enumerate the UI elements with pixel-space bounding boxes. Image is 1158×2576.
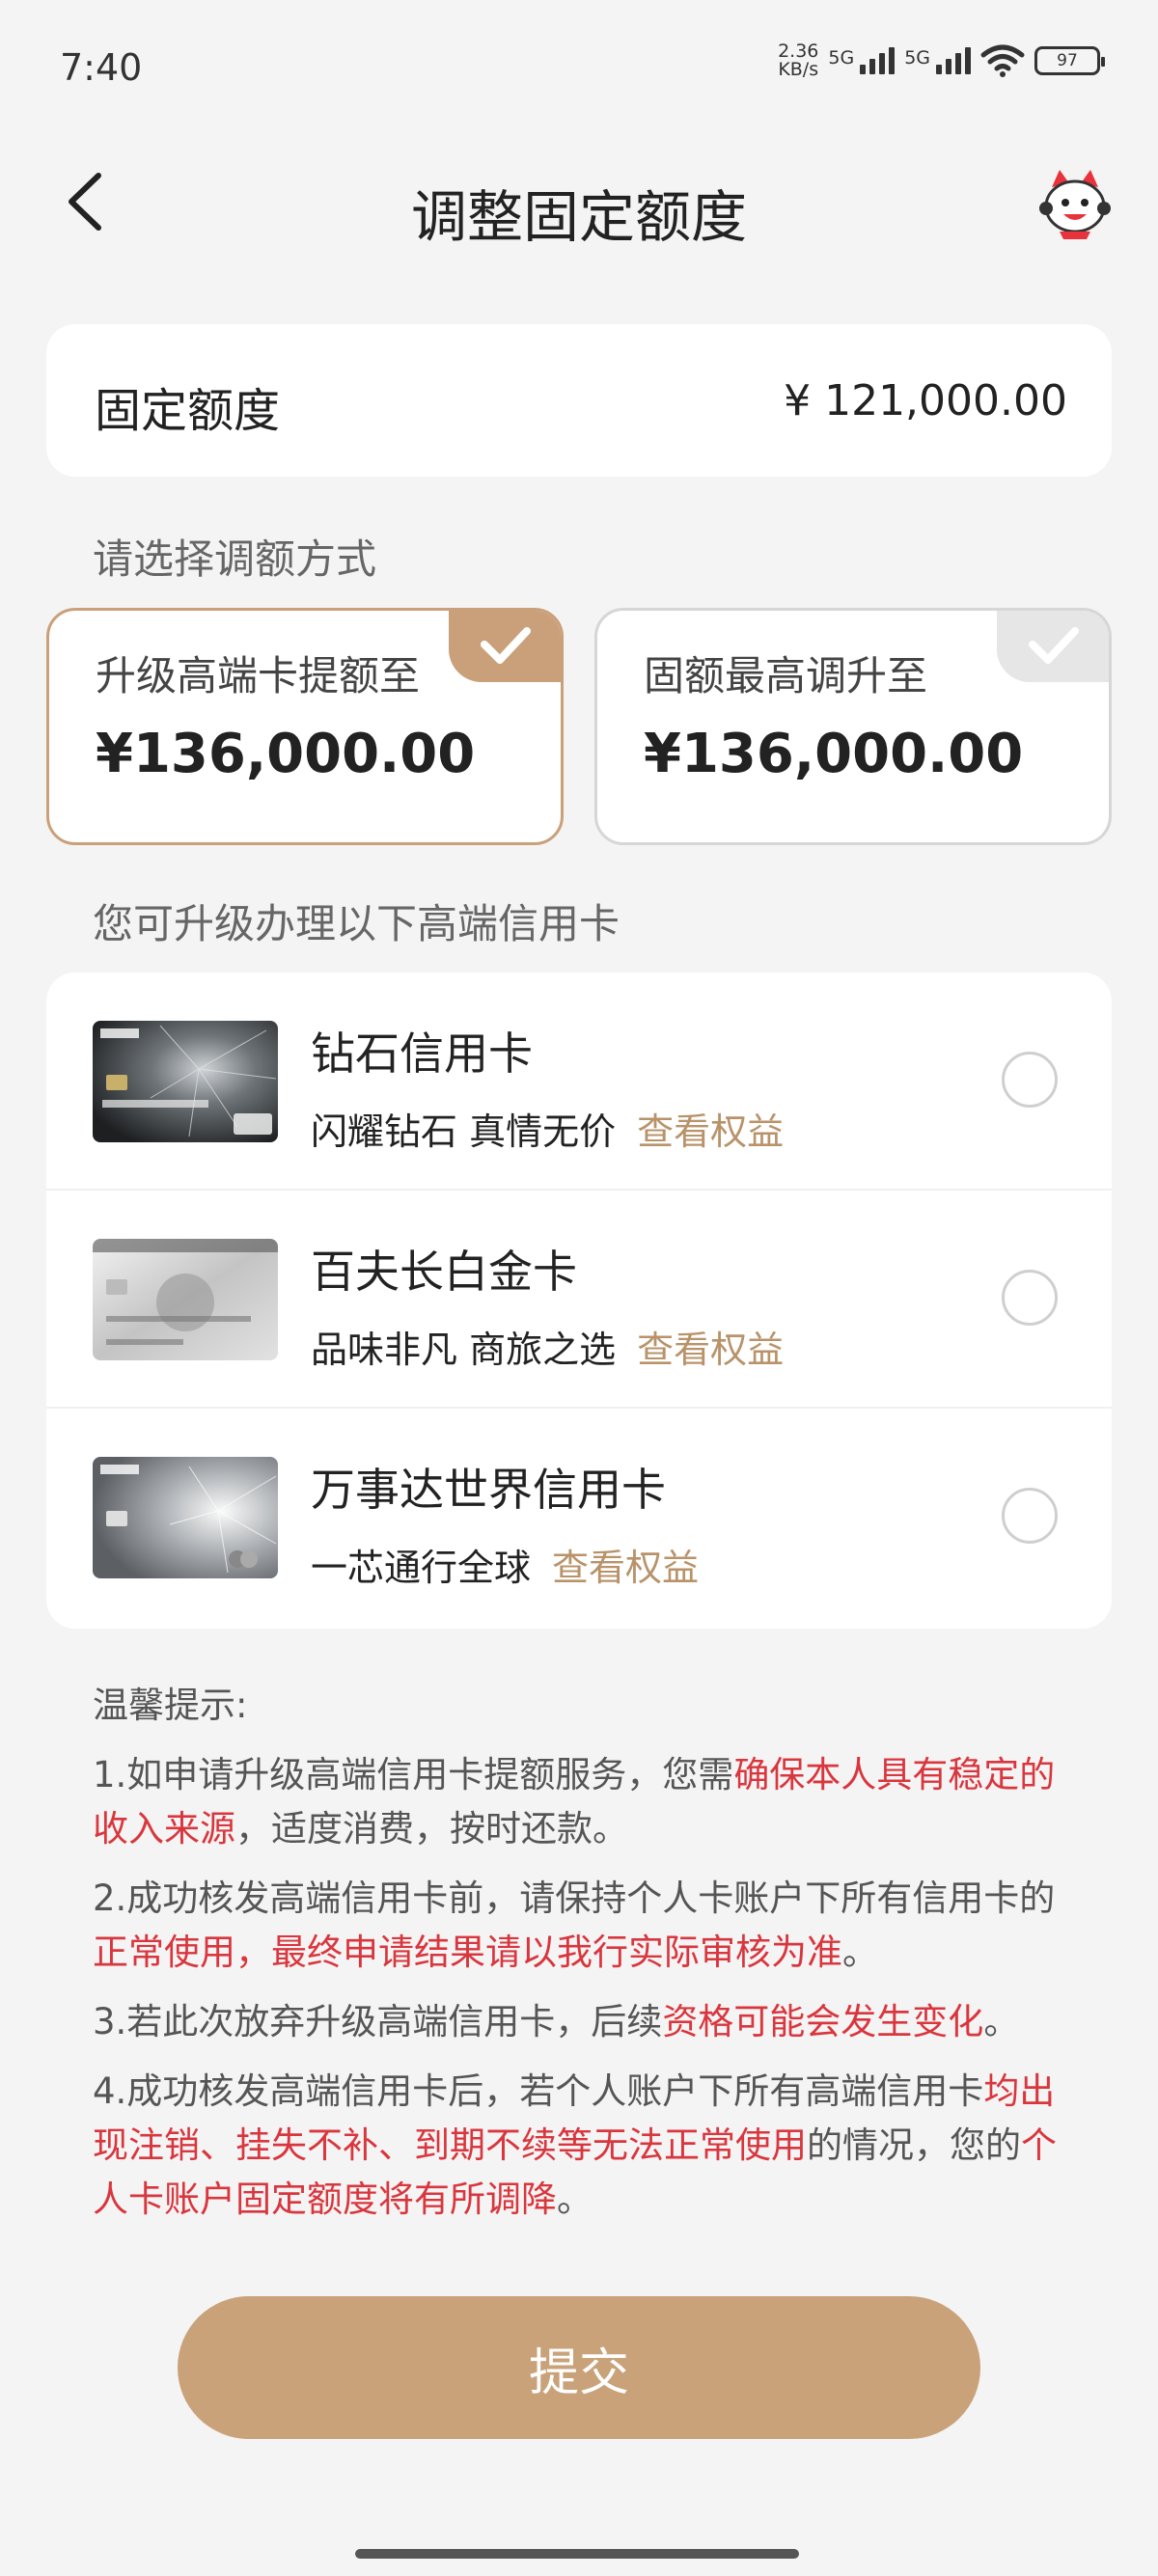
fixed-limit-value: ¥ 121,000.00 xyxy=(784,376,1067,425)
option-upgrade-card[interactable]: 升级高端卡提额至 ¥136,000.00 xyxy=(46,608,564,845)
home-indicator[interactable] xyxy=(355,2549,799,2559)
signal-icon: 5G xyxy=(828,47,896,74)
card-desc: 品味非凡 商旅之选 查看权益 xyxy=(311,1329,785,1371)
option-amount: ¥136,000.00 xyxy=(644,723,1024,785)
list-item[interactable]: 钻石信用卡 闪耀钻石 真情无价 查看权益 xyxy=(46,973,1112,1191)
network-speed: 2.36 KB/s xyxy=(778,41,819,80)
cards-section-label: 您可升级办理以下高端信用卡 xyxy=(93,900,620,947)
page-title: 调整固定额度 xyxy=(410,184,747,250)
tips-section: 温馨提示: 1.如申请升级高端信用卡提额服务，您需确保本人具有稳定的收入来源，适… xyxy=(93,1679,1067,2242)
credit-card-list: 钻石信用卡 闪耀钻石 真情无价 查看权益 百夫长白金卡 品味非凡 商旅之选 查看权益 xyxy=(46,973,1112,1629)
world-card-image xyxy=(93,1457,278,1578)
list-item[interactable]: 万事达世界信用卡 一芯通行全球 查看权益 xyxy=(46,1409,1112,1627)
tip-item: 4.成功核发高端信用卡后，若个人账户下所有高端信用卡均出现注销、挂失不补、到期不… xyxy=(93,2070,1057,2220)
header: 调整固定额度 xyxy=(0,154,1158,251)
card-name: 百夫长白金卡 xyxy=(311,1246,577,1298)
submit-button[interactable]: 提交 xyxy=(178,2296,980,2439)
tip-item: 2.成功核发高端信用卡前，请保持个人卡账户下所有信用卡的正常使用，最终申请结果请… xyxy=(93,1877,1056,1973)
fixed-limit-label: 固定额度 xyxy=(95,384,281,438)
card-desc: 闪耀钻石 真情无价 查看权益 xyxy=(311,1110,785,1153)
tips-title: 温馨提示: xyxy=(93,1685,248,1726)
option-amount: ¥136,000.00 xyxy=(96,723,476,785)
selected-check-badge xyxy=(449,611,561,682)
status-icons: 2.36 KB/s 5G 5G 97 xyxy=(778,41,1105,80)
check-icon xyxy=(481,627,531,664)
signal-icon: 5G xyxy=(904,47,971,74)
check-icon xyxy=(1029,627,1079,664)
tip-item: 1.如申请升级高端信用卡提额服务，您需确保本人具有稳定的收入来源，适度消费，按时… xyxy=(93,1754,1056,1850)
card-desc: 一芯通行全球 查看权益 xyxy=(311,1547,700,1589)
adjust-method-label: 请选择调额方式 xyxy=(93,535,377,583)
tip-item: 3.若此次放弃升级高端信用卡，后续资格可能会发生变化。 xyxy=(93,2001,1020,2042)
option-title: 升级高端卡提额至 xyxy=(96,652,421,699)
centurion-card-image xyxy=(93,1239,278,1360)
card-name: 万事达世界信用卡 xyxy=(311,1464,666,1516)
card-radio[interactable] xyxy=(1002,1488,1058,1544)
view-benefits-link[interactable]: 查看权益 xyxy=(637,1329,784,1371)
card-radio[interactable] xyxy=(1002,1270,1058,1326)
mascot-icon[interactable] xyxy=(1036,164,1114,241)
wifi-icon xyxy=(980,44,1025,77)
option-max-raise[interactable]: 固额最高调升至 ¥136,000.00 xyxy=(594,608,1112,845)
list-item[interactable]: 百夫长白金卡 品味非凡 商旅之选 查看权益 xyxy=(46,1191,1112,1409)
status-time: 7:40 xyxy=(60,46,143,89)
battery-icon: 97 xyxy=(1034,46,1105,75)
diamond-card-image xyxy=(93,1021,278,1142)
view-benefits-link[interactable]: 查看权益 xyxy=(637,1110,784,1153)
option-title: 固额最高调升至 xyxy=(644,652,928,699)
card-name: 钻石信用卡 xyxy=(311,1028,533,1080)
card-radio[interactable] xyxy=(1002,1052,1058,1108)
unselected-check-badge xyxy=(997,611,1109,682)
status-bar: 7:40 2.36 KB/s 5G 5G 97 xyxy=(0,0,1158,135)
view-benefits-link[interactable]: 查看权益 xyxy=(552,1547,699,1589)
fixed-limit-card: 固定额度 ¥ 121,000.00 xyxy=(46,324,1112,477)
